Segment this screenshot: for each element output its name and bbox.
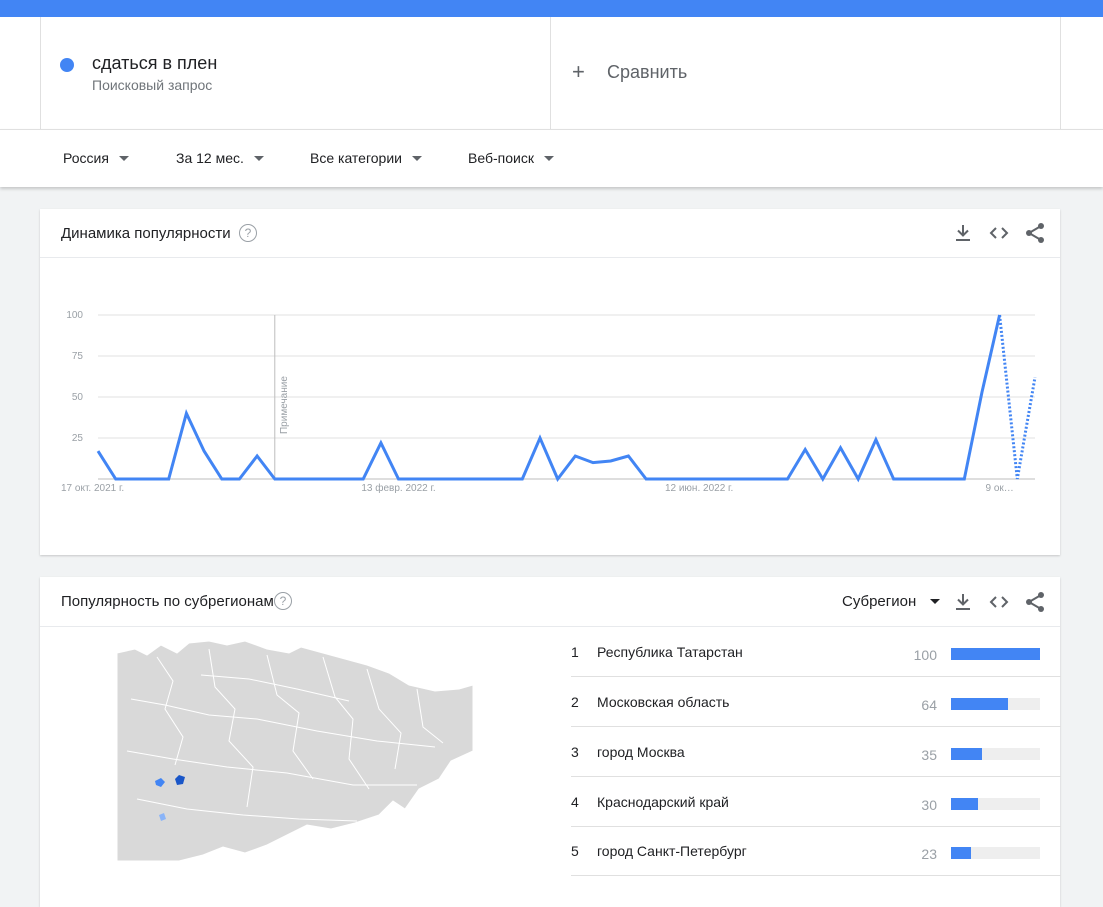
term-header: сдаться в плен Поисковый запрос + Сравни… bbox=[0, 17, 1103, 129]
filter-bar: Россия За 12 мес. Все категории Веб-поис… bbox=[0, 129, 1103, 187]
region-map[interactable] bbox=[117, 639, 473, 861]
y-tick-label: 50 bbox=[72, 392, 84, 403]
interest-line-chart: 100 75 50 25 17 окт. 2021 г. 13 февр. 2022 г… bbox=[61, 310, 1037, 494]
y-tick-label: 100 bbox=[66, 310, 83, 321]
region-bar bbox=[951, 648, 1040, 660]
search-term-name[interactable]: сдаться в плен bbox=[92, 53, 217, 74]
divider bbox=[1060, 17, 1061, 129]
compare-label: Сравнить bbox=[607, 61, 688, 82]
region-bar-track bbox=[951, 798, 1040, 810]
search-term-type: Поисковый запрос bbox=[92, 77, 213, 93]
region-bar-track bbox=[951, 748, 1040, 760]
x-tick-label: 17 окт. 2021 г. bbox=[61, 483, 124, 494]
region-row[interactable]: 4 Краснодарский край 30 bbox=[571, 777, 1061, 827]
region-name: Республика Татарстан bbox=[597, 644, 743, 660]
x-tick-label: 13 февр. 2022 г. bbox=[361, 482, 435, 494]
caret-down-icon bbox=[930, 599, 941, 604]
interest-over-time-card: Динамика популярности ? 100 75 50 25 17 окт… bbox=[40, 209, 1060, 555]
y-tick-label: 75 bbox=[72, 351, 84, 362]
region-row[interactable]: 3 город Москва 35 bbox=[571, 727, 1061, 777]
region-rank: 2 bbox=[571, 694, 579, 710]
region-rank: 1 bbox=[571, 644, 579, 660]
region-bar bbox=[951, 748, 983, 760]
region-name: Московская область bbox=[597, 694, 730, 710]
region-value: 64 bbox=[921, 697, 937, 713]
region-row[interactable]: 2 Московская область 64 bbox=[571, 677, 1061, 727]
y-tick-label: 25 bbox=[72, 433, 84, 444]
caret-down-icon bbox=[411, 155, 422, 161]
period-filter[interactable]: За 12 мес. bbox=[176, 150, 264, 166]
region-bar-track bbox=[951, 847, 1040, 859]
region-value: 35 bbox=[921, 747, 937, 763]
divider bbox=[550, 17, 551, 129]
region-row[interactable]: 1 Республика Татарстан 100 bbox=[571, 627, 1061, 677]
region-filter[interactable]: Россия bbox=[63, 150, 129, 166]
caret-down-icon bbox=[253, 155, 264, 161]
category-filter[interactable]: Все категории bbox=[310, 150, 422, 166]
region-rank: 4 bbox=[571, 794, 579, 810]
region-bar bbox=[951, 847, 972, 859]
x-tick-label: 12 июн. 2022 г. bbox=[665, 483, 733, 494]
region-bar bbox=[951, 698, 1008, 710]
region-rank: 5 bbox=[571, 843, 579, 859]
card-title: Популярность по субрегионам bbox=[61, 593, 274, 610]
region-name: Краснодарский край bbox=[597, 794, 729, 810]
region-value: 30 bbox=[921, 797, 937, 813]
plus-icon: + bbox=[572, 59, 585, 84]
search-type-filter[interactable]: Веб-поиск bbox=[468, 150, 554, 166]
divider bbox=[40, 17, 41, 129]
region-bar bbox=[951, 798, 978, 810]
region-value: 23 bbox=[921, 846, 937, 862]
region-name: город Москва bbox=[597, 744, 685, 760]
region-filter-label: Россия bbox=[63, 150, 109, 166]
region-bar-track bbox=[951, 648, 1040, 660]
region-bar-track bbox=[951, 698, 1040, 710]
x-tick-label: 9 ок… bbox=[986, 483, 1014, 494]
period-filter-label: За 12 мес. bbox=[176, 150, 244, 166]
download-icon[interactable] bbox=[951, 590, 975, 614]
search-type-filter-label: Веб-поиск bbox=[468, 150, 534, 166]
region-rank: 3 bbox=[571, 744, 579, 760]
region-name: город Санкт-Петербург bbox=[597, 843, 747, 859]
help-icon[interactable]: ? bbox=[274, 592, 292, 610]
annotation-label: Примечание bbox=[279, 376, 290, 434]
region-value: 100 bbox=[913, 647, 937, 663]
subregion-selector[interactable]: Субрегион bbox=[842, 593, 941, 610]
embed-icon[interactable] bbox=[987, 590, 1011, 614]
caret-down-icon bbox=[543, 155, 554, 161]
region-row[interactable]: 5 город Санкт-Петербург 23 bbox=[571, 826, 1061, 876]
subregion-selector-label: Субрегион bbox=[842, 593, 917, 610]
top-accent-bar bbox=[0, 0, 1103, 17]
term-color-dot bbox=[60, 58, 74, 72]
region-interest-card: Популярность по субрегионам ? Субрегион … bbox=[40, 577, 1061, 907]
share-icon[interactable] bbox=[1023, 590, 1047, 614]
compare-button[interactable]: + Сравнить bbox=[572, 61, 687, 83]
category-filter-label: Все категории bbox=[310, 150, 402, 166]
caret-down-icon bbox=[118, 155, 129, 161]
